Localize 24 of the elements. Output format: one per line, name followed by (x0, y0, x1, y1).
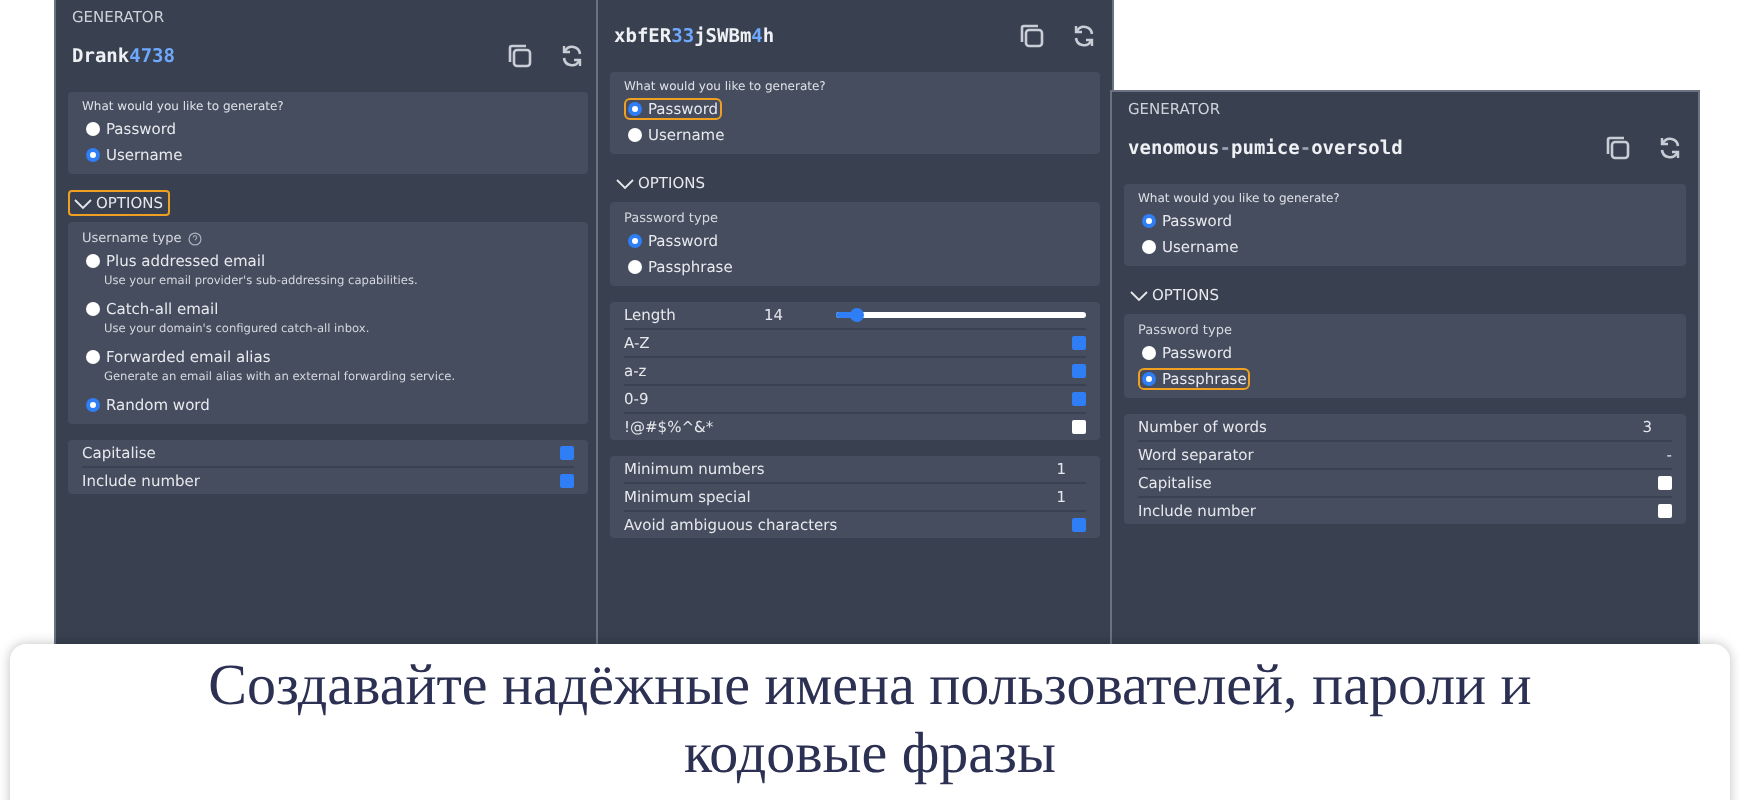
caption: Создавайте надёжные имена пользователей, пароли и кодовые фразы (206, 652, 1534, 790)
chevron-icon (1130, 289, 1148, 301)
generated-value: Drank4738 (72, 45, 177, 67)
refresh-icon[interactable] (1072, 24, 1096, 48)
refresh-icon[interactable] (1658, 136, 1682, 160)
checkbox[interactable] (1072, 364, 1086, 378)
generated-value: venomous-pumice-oversold (1128, 137, 1405, 159)
length-slider[interactable] (836, 312, 1086, 318)
checkbox[interactable] (1072, 420, 1086, 434)
chevron-icon (616, 177, 634, 189)
copy-icon[interactable] (508, 44, 532, 68)
copy-icon[interactable] (1020, 24, 1044, 48)
checkbox[interactable] (1072, 392, 1086, 406)
checkbox[interactable] (1658, 504, 1672, 518)
refresh-icon[interactable] (560, 44, 584, 68)
help-icon[interactable] (187, 231, 202, 245)
copy-icon[interactable] (1606, 136, 1630, 160)
checkbox[interactable] (1658, 476, 1672, 490)
checkbox[interactable] (560, 474, 574, 488)
checkbox[interactable] (1072, 518, 1086, 532)
generated-value: xbfER33jSWBm4h (614, 25, 777, 47)
checkbox[interactable] (560, 446, 574, 460)
checkbox[interactable] (1072, 336, 1086, 350)
chevron-icon (74, 197, 92, 209)
